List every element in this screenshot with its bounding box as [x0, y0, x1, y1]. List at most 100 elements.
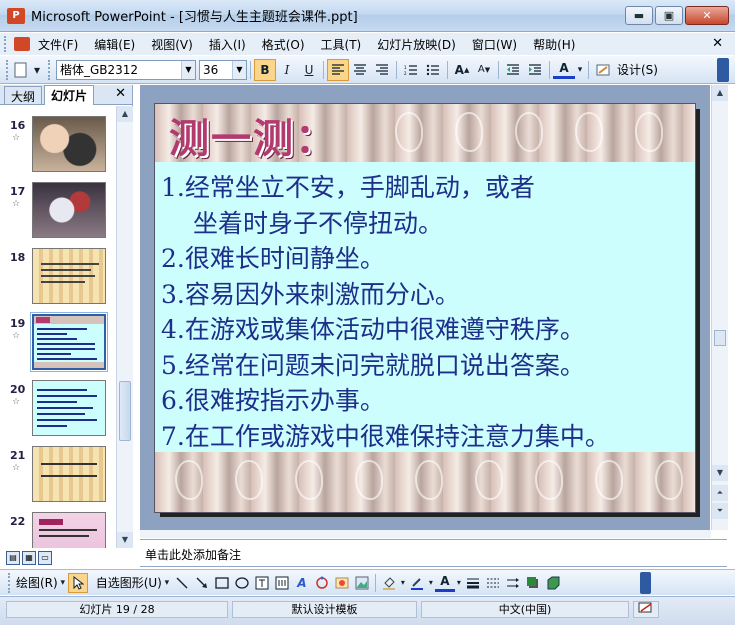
scroll-up-icon[interactable]: ▲	[712, 85, 728, 101]
scroll-up-icon[interactable]: ▲	[117, 106, 133, 122]
slide-body-text[interactable]: 1.经常坐立不安，手脚乱动，或者 坐着时身子不停扭动。 2.很难长时间静坐。 3…	[161, 170, 695, 454]
toolbar-grip[interactable]	[8, 572, 12, 593]
chevron-down-icon[interactable]: ▼	[232, 60, 246, 79]
design-icon[interactable]	[592, 59, 614, 81]
numbering-icon[interactable]: 12	[400, 59, 422, 81]
chevron-down-icon[interactable]: ▾	[399, 573, 407, 593]
slide-thumbnail[interactable]: 22	[0, 512, 116, 548]
draw-menu-button[interactable]: 绘图(R)	[16, 574, 58, 591]
spellcheck-icon[interactable]	[633, 601, 659, 618]
slide-thumbnail-selected[interactable]: 19 ☆	[0, 312, 116, 382]
chevron-down-icon[interactable]: ▾	[162, 573, 172, 593]
notes-pane[interactable]: 单击此处添加备注	[140, 539, 727, 567]
menu-file[interactable]: 文件(F)	[30, 34, 86, 55]
dash-style-icon[interactable]	[483, 573, 503, 593]
swirl-decoration	[395, 112, 423, 152]
new-document-icon[interactable]	[10, 59, 32, 81]
slide-thumbnail[interactable]: 17 ☆	[0, 182, 116, 250]
menu-view[interactable]: 视图(V)	[143, 34, 201, 55]
scroll-down-icon[interactable]: ▼	[712, 465, 728, 481]
tab-outline[interactable]: 大纲	[4, 86, 43, 104]
increase-indent-icon[interactable]	[524, 59, 546, 81]
select-objects-icon[interactable]	[67, 572, 88, 593]
wordart-icon[interactable]: A	[292, 573, 312, 593]
clipart-icon[interactable]	[332, 573, 352, 593]
menu-tools[interactable]: 工具(T)	[313, 34, 370, 55]
chevron-down-icon[interactable]: ▾	[427, 573, 435, 593]
vertical-textbox-icon[interactable]	[272, 573, 292, 593]
menubar-grip[interactable]	[4, 36, 10, 52]
slideshow-icon[interactable]: ▭	[38, 551, 52, 565]
chevron-down-icon[interactable]: ▾	[455, 573, 463, 593]
line-style-icon[interactable]	[463, 573, 483, 593]
menu-format[interactable]: 格式(O)	[254, 34, 313, 55]
slide-thumbnail[interactable]: 21 ☆	[0, 446, 116, 514]
document-close-button[interactable]: ✕	[712, 36, 723, 51]
document-icon[interactable]	[14, 37, 30, 51]
chevron-down-icon[interactable]: ▾	[575, 59, 585, 81]
shadow-style-icon[interactable]	[523, 573, 543, 593]
3d-style-icon[interactable]	[543, 573, 563, 593]
line-color-icon[interactable]	[407, 573, 427, 593]
chevron-down-icon[interactable]: ▾	[32, 59, 42, 81]
menu-edit[interactable]: 编辑(E)	[86, 34, 143, 55]
rectangle-icon[interactable]	[212, 573, 232, 593]
close-button[interactable]: ✕	[685, 6, 729, 25]
arrow-style-icon[interactable]	[503, 573, 523, 593]
menu-slideshow[interactable]: 幻灯片放映(D)	[369, 34, 464, 55]
font-color-icon[interactable]: A	[434, 574, 455, 592]
horizontal-scrollbar[interactable]	[140, 530, 711, 538]
decrease-indent-icon[interactable]	[502, 59, 524, 81]
scrollbar-thumb[interactable]	[119, 381, 131, 441]
toolbar-grip-2[interactable]	[48, 59, 52, 80]
font-size-select[interactable]: 36 ▼	[199, 59, 247, 80]
slide-thumbnail[interactable]: 16 ☆	[0, 116, 116, 184]
align-left-icon[interactable]	[327, 58, 349, 81]
pane-close-icon[interactable]: ✕	[115, 86, 126, 101]
previous-slide-icon[interactable]: ⏶	[712, 485, 728, 501]
scrollbar-thumb[interactable]	[714, 330, 726, 346]
chevron-down-icon[interactable]: ▾	[58, 573, 68, 593]
slide-thumbnail[interactable]: 20 ☆	[0, 380, 116, 448]
slide-canvas[interactable]: 测一测： 1.经常坐立不安，手脚乱动，或者 坐着时身子不停扭动。 2.很难长时间…	[154, 103, 696, 513]
underline-button[interactable]: U	[298, 59, 320, 81]
bold-button[interactable]: B	[254, 58, 276, 81]
slide-sorter-icon[interactable]: ▦	[22, 551, 36, 565]
normal-view-icon[interactable]: ▤	[6, 551, 20, 565]
decrease-font-icon[interactable]: A ▼	[473, 59, 495, 81]
oval-icon[interactable]	[232, 573, 252, 593]
thumbnail-scrollbar[interactable]: ▲ ▼	[116, 106, 133, 548]
fill-color-icon[interactable]	[379, 573, 399, 593]
align-center-icon[interactable]	[349, 59, 371, 81]
menu-help[interactable]: 帮助(H)	[525, 34, 583, 55]
toolbar-options-button[interactable]	[717, 58, 729, 82]
textbox-icon[interactable]	[252, 573, 272, 593]
arrow-icon[interactable]	[192, 573, 212, 593]
menu-window[interactable]: 窗口(W)	[464, 34, 525, 55]
diagram-icon[interactable]	[312, 573, 332, 593]
line-icon[interactable]	[172, 573, 192, 593]
tab-slides[interactable]: 幻灯片	[44, 85, 95, 105]
toolbar-options-button[interactable]	[640, 572, 651, 594]
picture-icon[interactable]	[352, 573, 372, 593]
italic-button[interactable]: I	[276, 59, 298, 81]
autoshapes-menu-button[interactable]: 自选图形(U)	[96, 574, 162, 591]
bullets-icon[interactable]	[422, 59, 444, 81]
minimize-button[interactable]: ▬	[625, 6, 653, 25]
align-right-icon[interactable]	[371, 59, 393, 81]
font-name-select[interactable]: 楷体_GB2312 ▼	[56, 59, 196, 80]
powerpoint-app-icon[interactable]: P	[7, 7, 25, 24]
slide-title[interactable]: 测一测：	[169, 106, 337, 164]
slide-scrollbar[interactable]: ▲ ▼ ⏶ ⏷	[711, 85, 728, 530]
maximize-button[interactable]: ▣	[655, 6, 683, 25]
slide-thumbnail[interactable]: 18	[0, 248, 116, 316]
chevron-down-icon[interactable]: ▼	[181, 60, 195, 79]
increase-font-icon[interactable]: A ▲	[451, 59, 473, 81]
font-color-icon[interactable]: A	[553, 61, 575, 79]
design-button-label[interactable]: 设计(S)	[617, 61, 658, 78]
design-template-status[interactable]: 默认设计模板	[232, 601, 417, 618]
body-line: 2.很难长时间静坐。	[161, 244, 385, 273]
next-slide-icon[interactable]: ⏷	[712, 503, 728, 519]
menu-insert[interactable]: 插入(I)	[201, 34, 254, 55]
scroll-down-icon[interactable]: ▼	[117, 532, 133, 548]
